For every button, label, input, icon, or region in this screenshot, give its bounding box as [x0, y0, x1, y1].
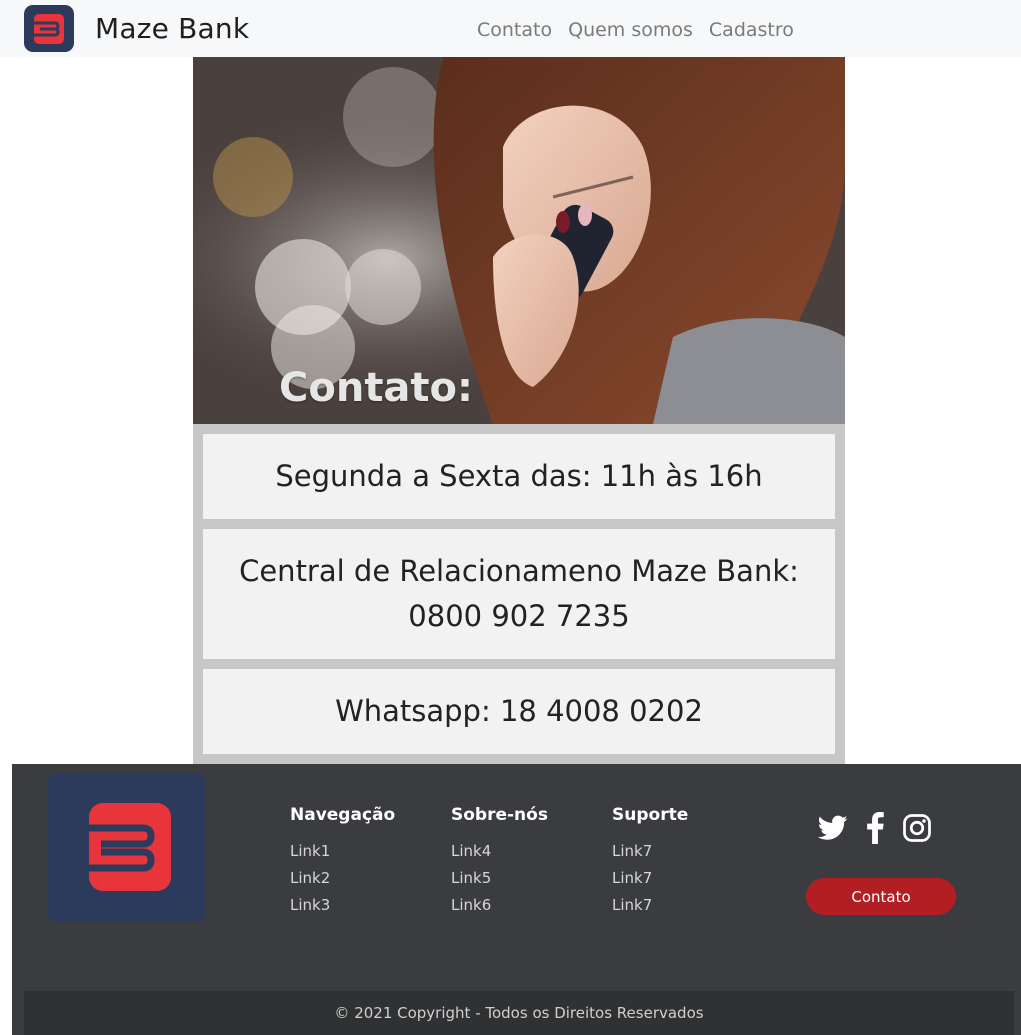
- footer-link[interactable]: Link7: [612, 865, 688, 892]
- instagram-icon[interactable]: [902, 813, 932, 843]
- maze-bank-logo-icon: [32, 13, 64, 44]
- brand-name[interactable]: Maze Bank: [95, 12, 249, 46]
- footer-column-title: Navegação: [290, 805, 396, 825]
- footer-column-suporte: Suporte Link7 Link7 Link7: [612, 804, 688, 919]
- footer-link[interactable]: Link6: [451, 892, 548, 919]
- contact-button[interactable]: Contato: [806, 878, 956, 915]
- footer-link[interactable]: Link1: [290, 838, 395, 865]
- contact-section: Contato: Segunda a Sexta das: 11h às 16h…: [193, 57, 845, 764]
- copyright-bar: © 2021 Copyright - Todos os Direitos Res…: [24, 991, 1014, 1035]
- hours-text: Segunda a Sexta das: 11h às 16h: [275, 459, 763, 493]
- footer-logo[interactable]: [48, 773, 205, 922]
- footer-column-title: Suporte: [612, 805, 689, 825]
- footer-link[interactable]: Link4: [451, 838, 548, 865]
- footer-link[interactable]: Link7: [612, 838, 688, 865]
- nav-link-quem-somos[interactable]: Quem somos: [568, 17, 693, 43]
- footer-column-title: Sobre-nós: [451, 805, 548, 825]
- whatsapp-text: Whatsapp: 18 4008 0202: [335, 694, 703, 728]
- social-links: [818, 812, 932, 844]
- footer-link[interactable]: Link2: [290, 865, 395, 892]
- footer-link[interactable]: Link5: [451, 865, 548, 892]
- footer-link[interactable]: Link7: [612, 892, 688, 919]
- brand-logo[interactable]: [24, 5, 74, 52]
- copyright-text: © 2021 Copyright - Todos os Direitos Res…: [334, 1004, 704, 1022]
- footer-link[interactable]: Link3: [290, 892, 395, 919]
- central-text: Central de Relacionameno Maze Bank: 0800…: [239, 554, 799, 633]
- nav-link-contato[interactable]: Contato: [477, 17, 552, 43]
- navbar: Maze Bank Contato Quem somos Cadastro: [0, 0, 1021, 57]
- hours-card: Segunda a Sexta das: 11h às 16h: [203, 434, 835, 519]
- hero-image: Contato:: [193, 57, 845, 424]
- facebook-icon[interactable]: [866, 812, 884, 844]
- whatsapp-card: Whatsapp: 18 4008 0202: [203, 669, 835, 754]
- nav-links: Contato Quem somos Cadastro: [477, 17, 794, 43]
- maze-bank-logo-icon: [80, 802, 171, 891]
- hero-title: Contato:: [279, 365, 474, 411]
- twitter-icon[interactable]: [818, 815, 848, 841]
- footer-column-sobre-nos: Sobre-nós Link4 Link5 Link6: [451, 804, 548, 919]
- footer: Navegação Link1 Link2 Link3 Sobre-nós Li…: [12, 764, 1021, 1035]
- central-card: Central de Relacionameno Maze Bank: 0800…: [203, 529, 835, 659]
- nav-link-cadastro[interactable]: Cadastro: [709, 17, 794, 43]
- footer-column-navegacao: Navegação Link1 Link2 Link3: [290, 804, 395, 919]
